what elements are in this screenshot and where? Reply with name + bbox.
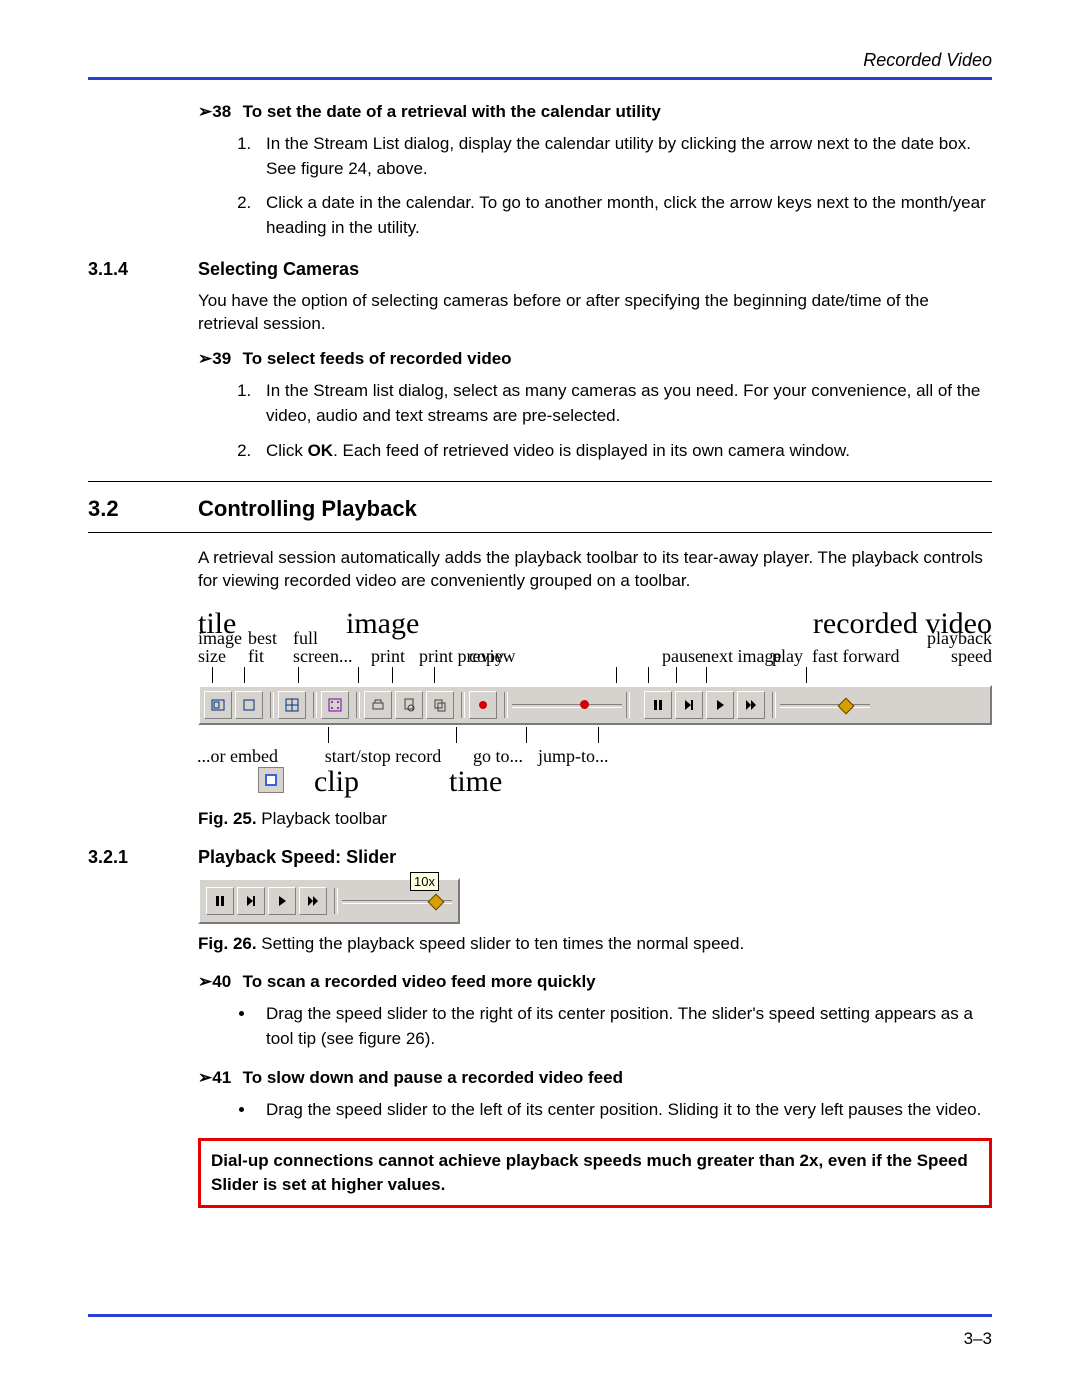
footer-rule: [88, 1314, 992, 1317]
label-full-screen: full screen...: [293, 629, 371, 665]
label-image-size: image size: [198, 629, 248, 665]
proc40-title: To scan a recorded video feed more quick…: [243, 972, 596, 991]
play-button[interactable]: [706, 691, 734, 719]
proc41-list: Drag the speed slider to the left of its…: [198, 1098, 992, 1123]
playback-toolbar: [198, 685, 992, 725]
proc41-title: To slow down and pause a recorded video …: [243, 1068, 623, 1087]
fig25-caption-label: Fig. 25.: [198, 809, 257, 828]
label-playback-speed: playback speed: [882, 629, 992, 665]
label-go-to: go to...: [458, 747, 538, 765]
proc41-bullet: Drag the speed slider to the left of its…: [256, 1098, 992, 1123]
sec-32-intro: A retrieval session automatically adds t…: [198, 547, 992, 593]
copy-button[interactable]: [426, 691, 454, 719]
label-best-fit: best fit: [248, 629, 293, 665]
label-clip: clip: [314, 765, 359, 799]
embed-icon: [258, 767, 284, 793]
pause-button[interactable]: [206, 887, 234, 915]
running-header: Recorded Video: [88, 50, 992, 71]
section-underline: [88, 532, 992, 533]
sec-314-row: 3.1.4 Selecting Cameras: [88, 259, 992, 280]
proc39-title: To select feeds of recorded video: [243, 349, 512, 368]
proc40-heading: ➢40 To scan a recorded video feed more q…: [198, 972, 992, 992]
proc39-step2-post: . Each feed of retrieved video is displa…: [333, 441, 850, 460]
record-clip-button[interactable]: [469, 691, 497, 719]
label-copy: copy: [469, 647, 527, 665]
proc39-step2: Click OK. Each feed of retrieved video i…: [256, 439, 992, 464]
print-preview-button[interactable]: [395, 691, 423, 719]
arrow-icon: ➢40: [198, 972, 231, 991]
sec-321-title: Playback Speed: Slider: [198, 847, 396, 868]
fig26-caption-text: Setting the playback speed slider to ten…: [257, 934, 745, 953]
next-image-button[interactable]: [675, 691, 703, 719]
section-divider: [88, 481, 992, 482]
fig25-diagram: tile image recorded video image size bes…: [198, 607, 992, 799]
sec-314-number: 3.1.4: [88, 259, 198, 280]
sec-314-intro: You have the option of selecting cameras…: [198, 290, 992, 336]
arrow-icon: ➢39: [198, 349, 231, 368]
label-play: play: [772, 647, 812, 665]
proc39-step1: In the Stream list dialog, select as man…: [256, 379, 992, 428]
label-print: print: [371, 647, 419, 665]
proc38-heading: ➢38 To set the date of a retrieval with …: [198, 102, 992, 122]
next-image-button[interactable]: [237, 887, 265, 915]
fig25-caption: Fig. 25. Playback toolbar: [198, 809, 992, 829]
label-or-embed: ...or embed: [168, 747, 278, 765]
label-start-stop-record: start/stop record: [308, 747, 458, 765]
dialup-note: Dial-up connections cannot achieve playb…: [198, 1138, 992, 1208]
jump-to-slider[interactable]: [512, 692, 622, 718]
play-button[interactable]: [268, 887, 296, 915]
proc38-title: To set the date of a retrieval with the …: [243, 102, 661, 121]
fig26-diagram: 10x: [198, 878, 992, 924]
fig26-caption: Fig. 26. Setting the playback speed slid…: [198, 934, 992, 954]
proc41-heading: ➢41 To slow down and pause a recorded vi…: [198, 1068, 992, 1088]
playback-speed-slider[interactable]: [780, 692, 870, 718]
sec-314-title: Selecting Cameras: [198, 259, 359, 280]
fig26-caption-label: Fig. 26.: [198, 934, 257, 953]
proc38-steps: In the Stream List dialog, display the c…: [198, 132, 992, 241]
sec-321-number: 3.2.1: [88, 847, 198, 868]
embed-button[interactable]: [321, 691, 349, 719]
page-number: 3–3: [964, 1329, 992, 1349]
sec-321-row: 3.2.1 Playback Speed: Slider: [88, 847, 992, 868]
fast-forward-button[interactable]: [299, 887, 327, 915]
proc40-list: Drag the speed slider to the right of it…: [198, 1002, 992, 1051]
arrow-icon: ➢38: [198, 102, 231, 121]
label-image: image: [346, 607, 578, 641]
label-jump-to: jump-to...: [538, 747, 638, 765]
proc38-step2: Click a date in the calendar. To go to a…: [256, 191, 992, 240]
header-rule: [88, 77, 992, 80]
sec-32-row: 3.2 Controlling Playback: [88, 496, 992, 522]
tile-image-size-button[interactable]: [204, 691, 232, 719]
proc39-steps: In the Stream list dialog, select as man…: [198, 379, 992, 463]
label-time: time: [449, 765, 502, 799]
fast-forward-button[interactable]: [737, 691, 765, 719]
sec-32-title: Controlling Playback: [198, 496, 417, 522]
proc40-bullet: Drag the speed slider to the right of it…: [256, 1002, 992, 1051]
tile-full-screen-button[interactable]: [278, 691, 306, 719]
proc38-step1: In the Stream List dialog, display the c…: [256, 132, 992, 181]
pause-button[interactable]: [644, 691, 672, 719]
proc39-step2-bold: OK: [308, 441, 334, 460]
fig25-caption-text: Playback toolbar: [257, 809, 387, 828]
proc39-step2-pre: Click: [266, 441, 308, 460]
print-button[interactable]: [364, 691, 392, 719]
sec-32-number: 3.2: [88, 496, 198, 522]
proc39-heading: ➢39 To select feeds of recorded video: [198, 349, 992, 369]
tile-best-fit-button[interactable]: [235, 691, 263, 719]
arrow-icon: ➢41: [198, 1068, 231, 1087]
playback-speed-slider[interactable]: [342, 888, 452, 914]
